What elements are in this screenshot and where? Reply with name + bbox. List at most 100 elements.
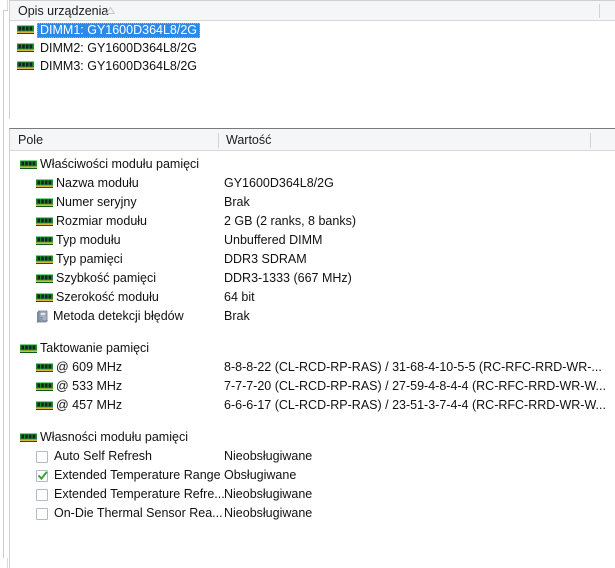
field-label-text: Rozmiar modułu [56, 214, 148, 228]
table-row[interactable]: @ 457 MHz 6-6-6-17 (CL-RCD-RP-RAS) / 23-… [10, 396, 615, 415]
field-label: Metoda detekcji błędów [36, 307, 184, 326]
table-row[interactable]: Rozmiar modułu 2 GB (2 ranks, 8 banks) [10, 212, 615, 231]
field-value: DDR3 SDRAM [224, 252, 307, 266]
field-value: Brak [224, 195, 250, 209]
field-value: Obsługiwane [224, 468, 297, 482]
field-value: 64 bit [224, 290, 255, 304]
field-label: Auto Self Refresh [36, 447, 152, 466]
field-label-text: Extended Temperature Refre... [54, 487, 225, 501]
column-header-device-description[interactable]: Opis urządzenia [10, 1, 599, 21]
panel-splitter[interactable] [9, 119, 615, 128]
section-header: Taktowanie pamięci [20, 339, 149, 358]
field-label-text: Numer seryjny [56, 195, 137, 209]
checkbox-unchecked-icon[interactable] [36, 488, 48, 501]
field-label: Extended Temperature Range [36, 466, 221, 485]
memory-module-icon [36, 400, 53, 411]
field-value: 6-6-6-17 (CL-RCD-RP-RAS) / 23-51-3-7-4-4… [224, 398, 606, 412]
field-label: Szerokość modułu [36, 288, 159, 307]
column-divider[interactable] [590, 133, 591, 148]
table-row[interactable]: Nazwa modułu GY1600D364L8/2G [10, 174, 615, 193]
list-item-label: DIMM1: GY1600D364L8/2G [37, 22, 201, 38]
memory-module-icon [36, 362, 53, 373]
memory-module-icon [36, 178, 53, 189]
field-label: Szybkość pamięci [36, 269, 156, 288]
memory-module-icon [20, 432, 37, 443]
memory-module-icon [20, 343, 37, 354]
details-panel: Pole Wartość Właściwości modułu pamięci [9, 128, 615, 568]
checkbox-unchecked-icon[interactable] [36, 450, 48, 463]
list-item-label: DIMM3: GY1600D364L8/2G [40, 58, 198, 73]
table-row[interactable]: Metoda detekcji błędów Brak [10, 307, 615, 326]
list-item[interactable]: DIMM1: GY1600D364L8/2G [10, 21, 615, 39]
table-row[interactable]: Szerokość modułu 64 bit [10, 288, 615, 307]
column-header-device-description-label: Opis urządzenia [18, 4, 109, 18]
field-value: DDR3-1333 (667 MHz) [224, 271, 352, 285]
section-header-label: Właściwości modułu pamięci [40, 157, 200, 171]
table-row[interactable]: On-Die Thermal Sensor Rea... Nieobsługiw… [10, 504, 615, 523]
memory-module-icon [36, 381, 53, 392]
device-list-panel: Opis urządzenia DIMM1: GY1600D364L8/2G D… [9, 0, 615, 119]
field-label: Extended Temperature Refre... [36, 485, 225, 504]
section-header-label: Własności modułu pamięci [40, 430, 188, 444]
memory-module-info-window: Opis urządzenia DIMM1: GY1600D364L8/2G D… [0, 0, 615, 568]
memory-module-icon [20, 159, 37, 170]
field-label-text: Metoda detekcji błędów [53, 309, 184, 323]
table-row[interactable]: @ 609 MHz 8-8-8-22 (CL-RCD-RP-RAS) / 31-… [10, 358, 615, 377]
details-header: Pole Wartość [10, 129, 615, 151]
section-header: Właściwości modułu pamięci [20, 155, 199, 174]
device-list-body: DIMM1: GY1600D364L8/2G DIMM2: GY1600D364… [10, 21, 615, 119]
column-divider[interactable] [599, 4, 600, 18]
field-label-text: Szybkość pamięci [56, 271, 157, 285]
field-label-text: On-Die Thermal Sensor Rea... [54, 506, 223, 520]
field-value: Nieobsługiwane [224, 487, 313, 501]
field-value: Nieobsługiwane [224, 506, 313, 520]
memory-module-icon [17, 25, 34, 35]
field-label-text: @ 609 MHz [56, 360, 123, 374]
window-left-edge [0, 0, 8, 568]
memory-module-icon [17, 61, 34, 71]
table-row[interactable]: Szybkość pamięci DDR3-1333 (667 MHz) [10, 269, 615, 288]
section-header: Własności modułu pamięci [20, 428, 188, 447]
column-header-value[interactable]: Wartość [218, 129, 271, 151]
section-header-row[interactable]: Taktowanie pamięci [10, 339, 615, 358]
field-label: Typ modułu [36, 231, 121, 250]
field-label-text: Typ modułu [56, 233, 121, 247]
field-label-text: Szerokość modułu [56, 290, 159, 304]
field-label-text: Auto Self Refresh [54, 449, 152, 463]
checkbox-unchecked-icon[interactable] [36, 507, 48, 520]
field-value: Nieobsługiwane [224, 449, 313, 463]
table-row[interactable]: Extended Temperature Refre... Nieobsługi… [10, 485, 615, 504]
field-label: Numer seryjny [36, 193, 137, 212]
list-item[interactable]: DIMM2: GY1600D364L8/2G [10, 39, 615, 57]
section-header-row[interactable]: Własności modułu pamięci [10, 428, 615, 447]
field-value: Brak [224, 309, 250, 323]
field-label: Nazwa modułu [36, 174, 139, 193]
section-header-row[interactable]: Właściwości modułu pamięci [10, 155, 615, 174]
window-left-edge-inner [3, 10, 8, 558]
table-row[interactable]: Extended Temperature Range Obsługiwane [10, 466, 615, 485]
table-row[interactable]: Typ modułu Unbuffered DIMM [10, 231, 615, 250]
field-label: @ 609 MHz [36, 358, 122, 377]
column-header-value-label: Wartość [226, 133, 272, 147]
field-value: 2 GB (2 ranks, 8 banks) [224, 214, 357, 228]
memory-module-icon [36, 273, 53, 284]
field-label-text: Typ pamięci [56, 252, 123, 266]
table-row[interactable]: @ 533 MHz 7-7-7-20 (CL-RCD-RP-RAS) / 27-… [10, 377, 615, 396]
memory-module-icon [36, 216, 53, 227]
memory-module-icon [36, 235, 53, 246]
field-label-text: @ 457 MHz [56, 398, 123, 412]
field-label-text: Extended Temperature Range [54, 468, 221, 482]
memory-module-icon [36, 197, 53, 208]
memory-module-icon [36, 254, 53, 265]
list-item[interactable]: DIMM3: GY1600D364L8/2G [10, 57, 615, 75]
table-row[interactable]: Auto Self Refresh Nieobsługiwane [10, 447, 615, 466]
table-row[interactable]: Typ pamięci DDR3 SDRAM [10, 250, 615, 269]
field-label: Typ pamięci [36, 250, 123, 269]
checkbox-checked-icon[interactable] [36, 469, 48, 482]
table-row[interactable]: Numer seryjny Brak [10, 193, 615, 212]
column-header-field[interactable]: Pole [10, 129, 43, 151]
field-value: GY1600D364L8/2G [224, 176, 334, 190]
field-label: @ 457 MHz [36, 396, 122, 415]
